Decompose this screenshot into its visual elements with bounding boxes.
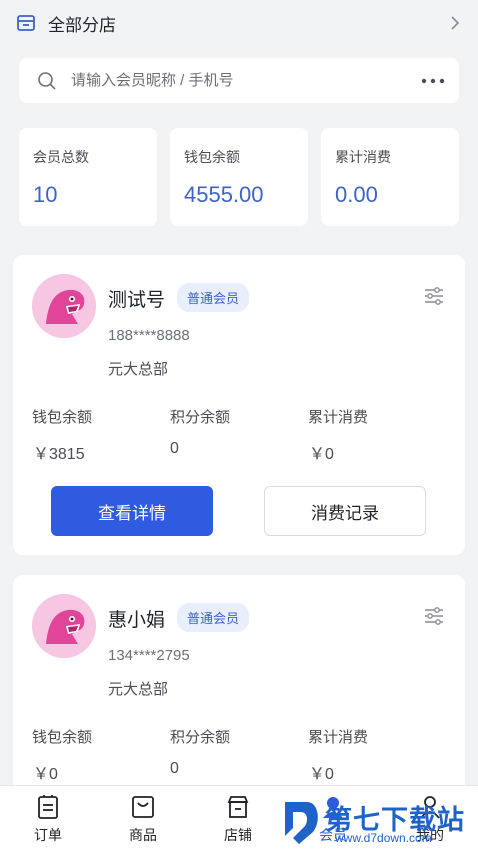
avatar: [32, 274, 96, 338]
spent-value: ￥0: [309, 446, 334, 463]
points-label: 积分余额: [170, 729, 231, 746]
settings-sliders-icon[interactable]: [423, 285, 445, 307]
member-phone: 134****2795: [108, 647, 190, 664]
search-input[interactable]: [71, 72, 421, 89]
member-name: 惠小娟: [108, 610, 166, 631]
order-icon: [38, 795, 58, 819]
wallet-label: 钱包余额: [32, 409, 93, 426]
tab-orders[interactable]: 订单: [18, 794, 78, 846]
view-details-button[interactable]: 查看详情: [51, 486, 213, 536]
store-name: 全部分店: [48, 15, 116, 35]
spent-label: 累计消费: [308, 409, 369, 426]
wallet-label: 钱包余额: [32, 729, 93, 746]
points-label: 积分余额: [170, 409, 231, 426]
stat-value: 0.00: [335, 182, 378, 207]
spent-value: ￥0: [309, 766, 334, 783]
points-value: 0: [170, 760, 179, 777]
stat-total-spent: 累计消费 0.00: [321, 128, 459, 226]
watermark-logo-icon: [285, 802, 318, 844]
stat-wallet-balance: 钱包余额 4555.00: [170, 128, 308, 226]
tab-goods[interactable]: 商品: [113, 794, 173, 846]
avatar: [32, 594, 96, 658]
member-card[interactable]: 测试号 普通会员 188****8888 元大总部 钱包余额 积分余额 累计消费…: [13, 255, 465, 555]
tab-store[interactable]: 店铺: [208, 794, 268, 846]
member-level-badge: 普通会员: [177, 603, 250, 632]
member-branch: 元大总部: [108, 681, 169, 698]
tab-label: 商品: [129, 827, 157, 843]
stat-label: 会员总数: [33, 149, 89, 165]
more-icon[interactable]: [421, 78, 445, 84]
member-phone: 188****8888: [108, 327, 190, 344]
stat-value: 4555.00: [184, 182, 264, 207]
settings-sliders-icon[interactable]: [423, 605, 445, 627]
member-branch: 元大总部: [108, 361, 169, 378]
search-icon: [38, 71, 56, 90]
wallet-value: ￥0: [33, 766, 58, 783]
goods-icon: [132, 796, 154, 818]
chevron-right-icon: [451, 16, 460, 30]
consumption-records-button[interactable]: 消费记录: [264, 486, 426, 536]
stat-member-count: 会员总数 10: [19, 128, 157, 226]
member-card[interactable]: 惠小娟 普通会员 134****2795 元大总部 钱包余额 积分余额 累计消费…: [13, 575, 465, 805]
points-value: 0: [170, 440, 179, 457]
watermark: 第七下载站 www.d7down.com: [283, 798, 475, 848]
search-bar: [19, 58, 459, 103]
store-icon: [227, 796, 249, 818]
store-icon: [17, 15, 35, 31]
tab-label: 店铺: [224, 827, 252, 843]
member-level-badge: 普通会员: [177, 283, 250, 312]
stat-value: 10: [33, 182, 58, 207]
store-selector[interactable]: 全部分店: [0, 0, 478, 46]
tab-label: 订单: [34, 827, 62, 843]
wallet-value: ￥3815: [33, 446, 85, 463]
watermark-url: www.d7down.com: [335, 831, 432, 845]
spent-label: 累计消费: [308, 729, 369, 746]
stat-label: 累计消费: [335, 149, 391, 165]
member-name: 测试号: [108, 290, 166, 311]
stat-label: 钱包余额: [184, 149, 240, 165]
